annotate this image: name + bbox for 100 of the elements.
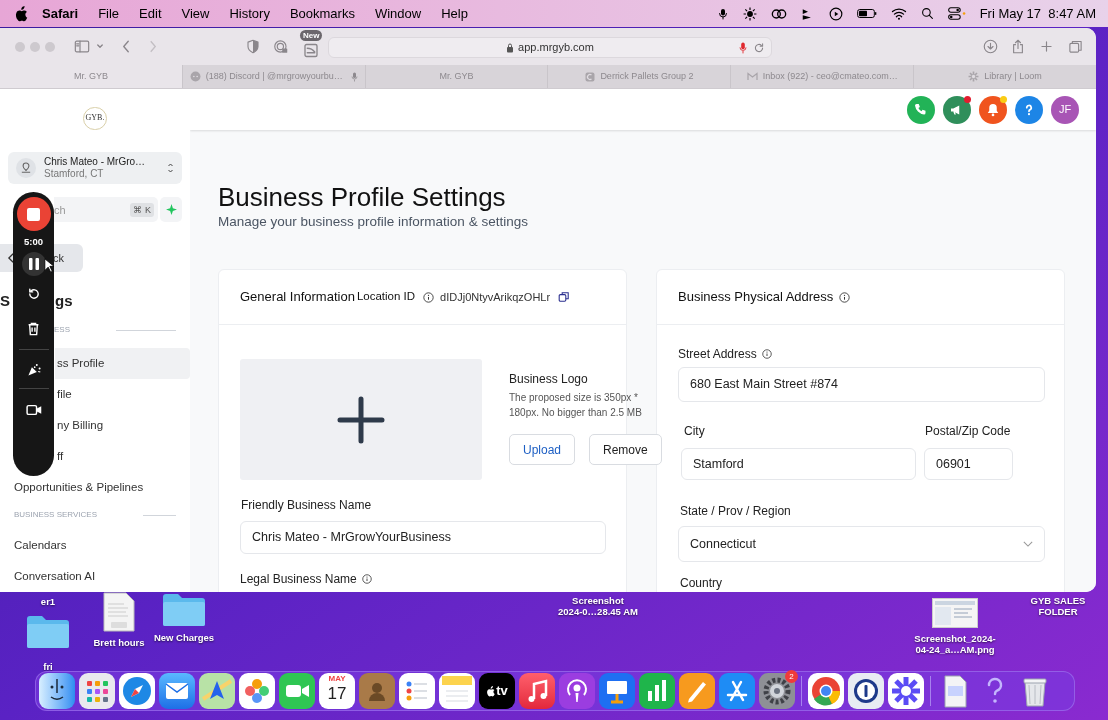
state-dropdown[interactable]: Connecticut [678,526,1045,562]
sidebar-item[interactable]: ss Profile [55,348,190,379]
video-camera-icon[interactable] [279,673,315,709]
compass-icon[interactable] [119,673,155,709]
map-icon[interactable] [199,673,235,709]
menu-item[interactable]: Bookmarks [289,3,355,24]
gear-icon[interactable] [759,673,795,709]
share-icon[interactable] [1011,39,1025,54]
letter-square-icon [585,71,596,82]
sidebar-item[interactable]: Calendars [0,530,190,561]
chat-bubble-icon [189,71,201,82]
sidebar-item[interactable]: ny Billing [55,410,190,441]
sidebar-item[interactable]: Conversation AI [0,561,190,592]
input-field[interactable]: Chris Mateo - MrGrowYourBusiness [240,521,606,554]
checklist-icon[interactable] [399,673,435,709]
clock[interactable]: Fri May 17 8:47 AM [979,3,1096,24]
input-field[interactable]: 06901 [924,448,1013,480]
notification-badge: 2 [785,670,798,683]
video-camera-icon[interactable] [25,404,42,417]
privacy-report-icon[interactable] [273,39,289,54]
app-store-icon[interactable] [719,673,755,709]
chevron-updown-icon [167,162,174,175]
logo-hint: The proposed size is 350px * 180px. No bigger than 2.5 MB [509,391,643,420]
battery-icon[interactable] [856,8,877,19]
file-name[interactable]: Brett hours [93,637,145,648]
input-field[interactable]: Stamford [681,448,916,480]
podcast-icon[interactable] [559,673,595,709]
file-name[interactable]: Screenshot_2024- 04-24_a…AM.png [914,633,996,655]
upload-button[interactable]: Upload [509,434,576,465]
music-note-icon[interactable] [519,673,555,709]
remove-button[interactable]: Remove [589,434,662,465]
podium-icon[interactable] [599,673,635,709]
copy-icon[interactable] [558,291,571,303]
account-name: Chris Mateo - MrGro… [44,156,146,169]
bar-chart-icon[interactable] [639,673,675,709]
restart-icon[interactable] [26,287,41,302]
section-label: ESS [54,324,70,336]
apple-icon [486,685,496,697]
stop-button[interactable] [16,197,51,231]
microphone-icon[interactable] [716,6,729,21]
notepad-icon[interactable] [439,673,475,709]
trash-icon[interactable] [27,322,40,337]
download-icon[interactable] [983,39,998,54]
input-field[interactable]: 680 East Main Street #874 [678,367,1045,402]
account-switcher[interactable]: Chris Mateo - MrGro… Stamford, CT [8,151,182,185]
extension-icon[interactable] [303,43,319,58]
tv-app-icon[interactable]: tv [479,673,515,709]
account-location: Stamford, CT [44,168,105,181]
new-tab-icon[interactable] [1040,39,1053,54]
megaphone-button[interactable] [943,95,971,124]
help-button[interactable] [1015,95,1043,124]
location-id: dIDJj0NtyvArikqzOHLr [440,289,551,305]
field-label: Legal Business Name [240,571,357,588]
menu-item[interactable]: Help [441,3,468,24]
sidebar-item[interactable]: file [55,379,190,410]
chrome-wheel-icon[interactable] [808,673,844,709]
tab-overview-icon[interactable] [1068,39,1083,54]
flower-icon[interactable] [239,673,275,709]
envelope-icon[interactable] [159,673,195,709]
search-icon[interactable] [920,7,934,20]
phone-button[interactable] [907,95,935,124]
search-field[interactable]: ch ⌘ K [54,197,158,223]
file-name[interactable]: Screenshot 2024-0…28.45 AM [558,595,638,617]
address-bar[interactable]: app.mrgyb.com [328,37,772,58]
file-name[interactable]: New Charges [153,632,215,643]
file-name[interactable]: fri [43,661,53,672]
wifi-icon[interactable] [890,7,907,20]
brightness-icon[interactable] [742,6,757,21]
field-label: Friendly Business Name [241,497,372,514]
pause-button[interactable] [21,252,46,277]
file-name[interactable]: er1 [40,596,56,607]
back-icon[interactable] [121,39,131,54]
confetti-icon[interactable] [26,363,41,378]
play-icon[interactable] [828,6,843,21]
envelope-icon [746,72,758,81]
finder-icon[interactable] [39,673,75,709]
info-icon [761,349,772,359]
avatar[interactable]: JF [1051,95,1079,124]
menu-item[interactable]: Edit [139,3,162,24]
sidebar-icon[interactable] [74,39,90,54]
sidebar-item[interactable]: ff [55,441,190,472]
control-center-icon[interactable] [947,7,966,20]
app-grid-icon[interactable] [79,673,115,709]
shield-icon[interactable] [246,39,260,54]
folder-icon [26,615,70,649]
menu-item[interactable]: View [181,3,210,24]
file-name[interactable]: GYB SALES FOLDER [1030,595,1086,617]
starburst-icon[interactable] [888,673,924,709]
menu-item[interactable]: Window [374,3,422,24]
sidebar-item[interactable]: Opportunities & Pipelines [0,472,190,503]
recording-timer: 5:00 [24,235,43,249]
menu-item[interactable]: History [229,3,270,24]
pen-icon[interactable] [679,673,715,709]
menu-item[interactable]: File [98,3,120,24]
reload-icon[interactable] [753,42,765,54]
app-menu[interactable]: Safari [42,3,79,24]
keyhole-icon[interactable] [848,673,884,709]
cloud-icon[interactable] [770,6,787,21]
bell-button[interactable] [979,95,1007,124]
calendar-app-icon[interactable]: MAY 17 [319,673,355,709]
